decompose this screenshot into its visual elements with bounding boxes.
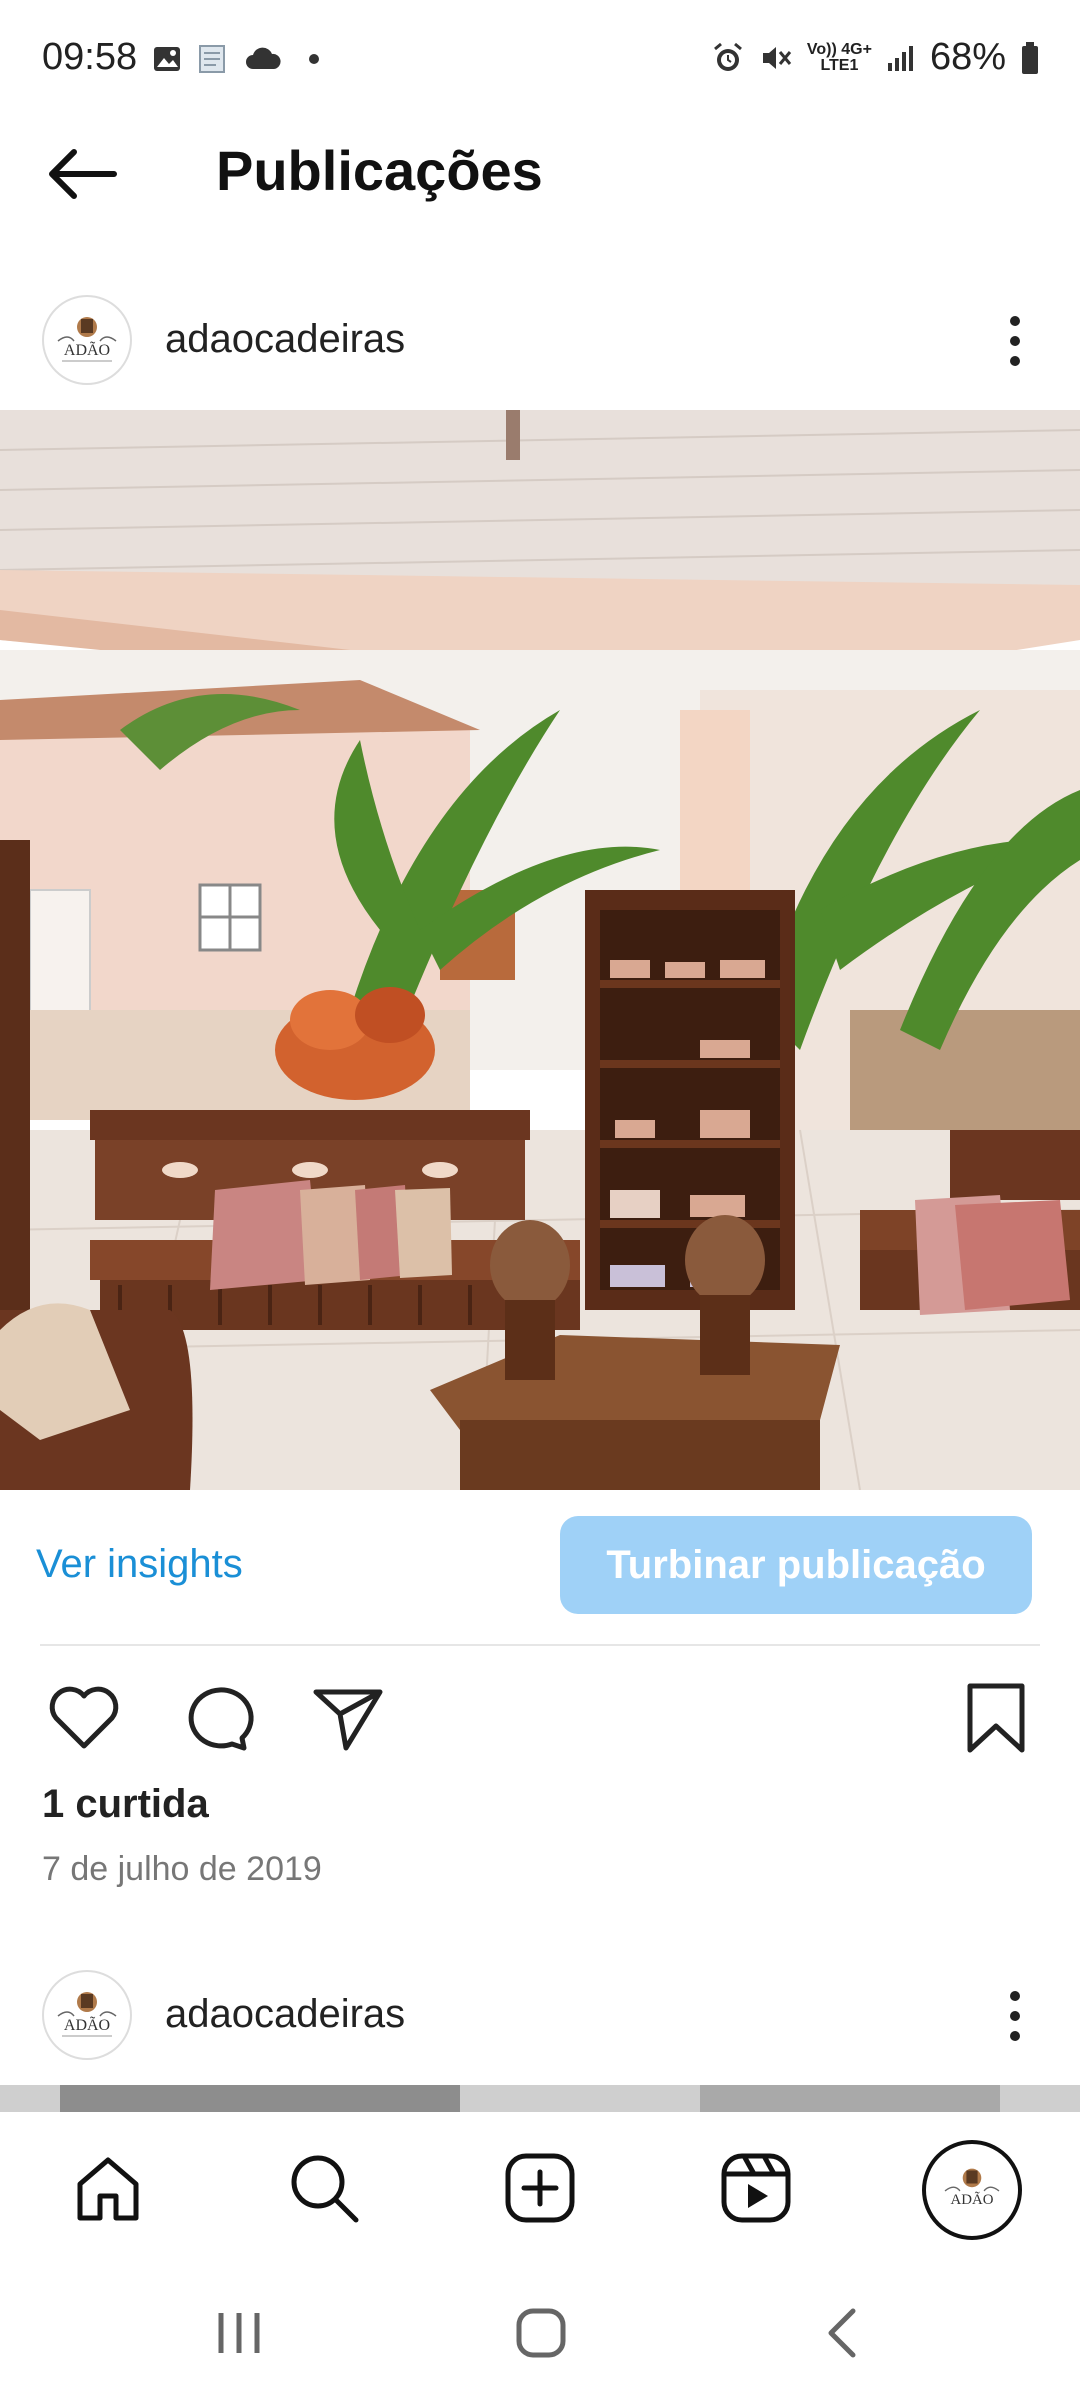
app-header: Publicações xyxy=(0,120,1080,230)
boost-post-button[interactable]: Turbinar publicação xyxy=(560,1516,1032,1614)
profile-avatar: ADÃO xyxy=(944,2168,1000,2208)
post-image[interactable] xyxy=(0,2085,1080,2115)
bookmark-icon xyxy=(967,1683,1025,1753)
nav-create[interactable] xyxy=(492,2140,588,2236)
home-system-button[interactable] xyxy=(506,2298,576,2368)
search-icon xyxy=(291,2155,359,2223)
avatar-text: ADÃO xyxy=(64,341,110,359)
mute-icon xyxy=(762,46,792,69)
status-system-icons: Vo)) 4G+ LTE1 68% xyxy=(711,36,1040,79)
image-icon xyxy=(154,47,180,71)
back-button[interactable] xyxy=(44,142,120,206)
avatar-text: ADÃO xyxy=(951,2192,994,2208)
brand-logo-icon: ADÃO xyxy=(57,317,117,362)
post-image[interactable] xyxy=(0,410,1080,1490)
home-icon xyxy=(77,2157,139,2221)
recent-apps-icon xyxy=(218,2313,260,2353)
post-actions xyxy=(0,1660,1080,1770)
more-dot xyxy=(1010,336,1020,346)
network-bottom-text: LTE1 xyxy=(820,56,859,74)
nav-home[interactable] xyxy=(60,2140,156,2236)
bottom-nav: ADÃO xyxy=(0,2112,1080,2262)
nav-reels[interactable] xyxy=(708,2140,804,2236)
post-insights-row: Ver insights Turbinar publicação xyxy=(0,1490,1080,1646)
battery-percent: 68% xyxy=(929,36,1006,78)
comment-icon xyxy=(188,1687,254,1751)
nav-profile[interactable]: ADÃO xyxy=(922,2140,1022,2240)
more-dot xyxy=(1010,316,1020,326)
more-dot xyxy=(1010,2011,1020,2021)
avatar-text: ADÃO xyxy=(64,2016,110,2034)
like-button[interactable] xyxy=(44,1678,124,1758)
avatar[interactable]: ADÃO xyxy=(42,295,132,385)
system-nav-bar xyxy=(0,2262,1080,2400)
brand-logo-icon: ADÃO xyxy=(57,1992,117,2037)
view-insights-link[interactable]: Ver insights xyxy=(36,1542,243,1587)
post-username[interactable]: adaocadeiras xyxy=(165,317,405,362)
comment-button[interactable] xyxy=(176,1678,256,1758)
send-icon xyxy=(313,1689,383,1751)
arrow-left-icon xyxy=(49,149,117,199)
share-button[interactable] xyxy=(308,1678,388,1758)
post-username[interactable]: adaocadeiras xyxy=(165,1992,405,2037)
second-post-photo xyxy=(0,2085,1080,2115)
notes-icon xyxy=(199,45,225,73)
network-indicator: Vo)) 4G+ LTE1 xyxy=(806,40,872,74)
post-header: ADÃO adaocadeiras xyxy=(0,1950,1080,2080)
more-dot xyxy=(1010,1991,1020,2001)
save-button[interactable] xyxy=(956,1678,1036,1758)
nav-search[interactable] xyxy=(276,2140,372,2236)
status-time: 09:58 xyxy=(42,36,138,78)
more-options-button[interactable] xyxy=(990,301,1040,381)
dot-icon xyxy=(309,54,319,64)
avatar[interactable]: ADÃO xyxy=(42,1970,132,2060)
heart-icon xyxy=(49,1686,119,1749)
more-dot xyxy=(1010,2031,1020,2041)
cloud-icon xyxy=(246,47,281,69)
more-dot xyxy=(1010,356,1020,366)
signal-icon xyxy=(887,45,913,71)
page-title: Publicações xyxy=(216,139,543,202)
status-bar: 09:58 Vo)) 4G+ LTE1 68% xyxy=(0,0,1080,120)
back-system-button[interactable] xyxy=(808,2298,878,2368)
chevron-left-icon xyxy=(828,2308,856,2358)
post-date: 7 de julho de 2019 xyxy=(42,1850,322,1888)
alarm-icon xyxy=(713,42,742,71)
create-icon xyxy=(505,2153,575,2223)
network-top-text: Vo)) 4G+ xyxy=(806,40,872,58)
divider xyxy=(40,1644,1040,1646)
patio-furniture-photo xyxy=(0,410,1080,1490)
home-square-icon xyxy=(516,2308,566,2358)
recent-apps-button[interactable] xyxy=(204,2298,274,2368)
status-notification-icons xyxy=(152,42,324,76)
reels-icon xyxy=(721,2153,791,2223)
battery-icon xyxy=(1022,41,1038,74)
more-options-button[interactable] xyxy=(990,1976,1040,2056)
likes-count[interactable]: 1 curtida xyxy=(42,1782,209,1827)
post-header: ADÃO adaocadeiras xyxy=(0,275,1080,405)
